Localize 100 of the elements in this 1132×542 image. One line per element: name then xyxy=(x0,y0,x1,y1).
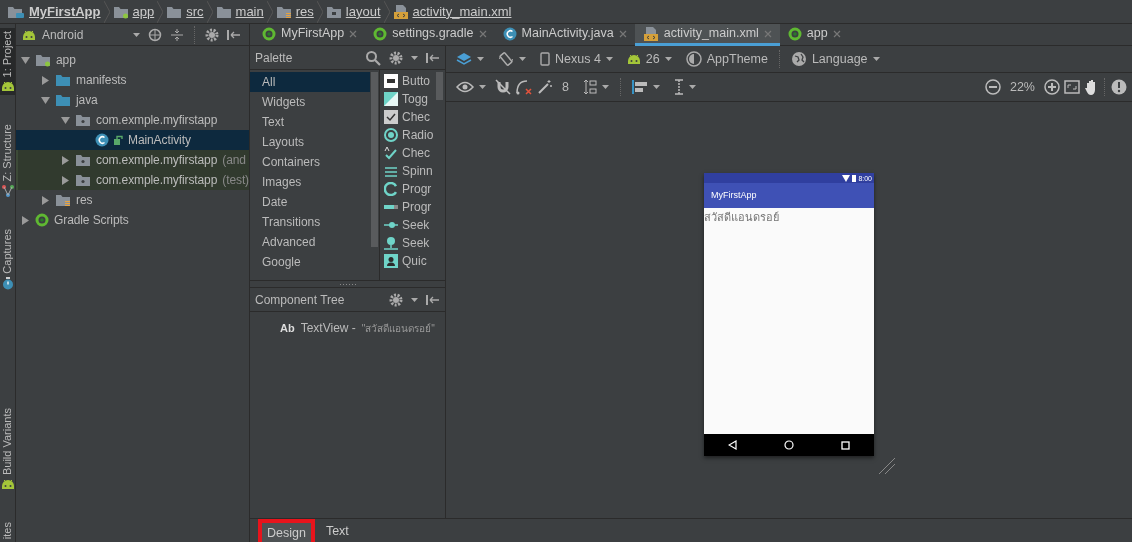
tree-item[interactable]: MainActivity xyxy=(16,130,249,150)
breadcrumb-item[interactable]: app xyxy=(109,1,158,22)
scrollbar-thumb[interactable] xyxy=(371,72,378,247)
palette-item[interactable]: Seek xyxy=(380,234,436,252)
palette-category[interactable]: Text xyxy=(250,112,370,132)
palette-item[interactable]: Progr xyxy=(380,198,438,216)
editor-tab[interactable]: MyFirstApp xyxy=(254,24,366,46)
settings-icon[interactable] xyxy=(389,50,403,65)
tree-item[interactable]: com.exmple.myfirstapp (and xyxy=(16,150,249,170)
collapse-arrow-icon[interactable] xyxy=(40,96,50,104)
caret-icon xyxy=(601,85,609,89)
tool-window-tab[interactable]: Captures xyxy=(0,225,15,293)
gradle-icon xyxy=(787,26,802,41)
palette-item[interactable]: Chec xyxy=(380,108,436,126)
tree-item[interactable]: java xyxy=(16,90,249,110)
tool-window-tab[interactable]: Z: Structure xyxy=(0,121,15,200)
settings-icon[interactable] xyxy=(389,292,403,307)
close-icon[interactable] xyxy=(349,29,358,38)
margin-button[interactable]: 8 xyxy=(557,76,574,98)
editor-mode-tab[interactable]: Text xyxy=(316,519,358,542)
tree-item[interactable]: Gradle Scripts xyxy=(16,210,249,230)
locate-icon[interactable] xyxy=(148,27,162,42)
palette-category[interactable]: Date xyxy=(250,192,370,212)
scrollbar-thumb[interactable] xyxy=(436,72,443,100)
palette-category[interactable]: Images xyxy=(250,172,370,192)
tree-item[interactable]: res xyxy=(16,190,249,210)
palette-item[interactable]: Spinn xyxy=(380,162,439,180)
hide-panel-icon[interactable] xyxy=(426,51,440,64)
hide-panel-icon[interactable] xyxy=(227,28,241,41)
breadcrumb-item[interactable]: res xyxy=(272,1,317,22)
expand-arrow-icon[interactable] xyxy=(41,195,49,205)
palette-item[interactable]: Seek xyxy=(380,216,436,234)
breadcrumb-item[interactable]: layout xyxy=(322,1,384,22)
palette-item[interactable]: Radio xyxy=(380,126,440,144)
editor-tab[interactable]: MainActivity.java xyxy=(494,24,635,46)
collapse-all-icon[interactable] xyxy=(170,27,184,42)
palette-category[interactable]: All xyxy=(250,72,370,92)
zoom-in-icon[interactable] xyxy=(1044,79,1060,95)
resize-handle-icon[interactable] xyxy=(878,457,896,475)
palette-item[interactable]: Progr xyxy=(380,180,438,198)
expand-arrow-icon[interactable] xyxy=(41,75,49,85)
tree-item[interactable]: manifests xyxy=(16,70,249,90)
breadcrumb-item[interactable]: main xyxy=(212,1,267,22)
tool-window-tab[interactable]: ites xyxy=(0,518,15,542)
view-mode-dropdown[interactable]: Android xyxy=(22,25,140,44)
caret-icon xyxy=(479,85,486,89)
breadcrumb-item[interactable]: src xyxy=(163,1,207,22)
hand-icon[interactable] xyxy=(1084,79,1098,95)
module-folder-icon xyxy=(35,53,51,67)
palette-category[interactable]: Transitions xyxy=(250,212,370,232)
collapse-arrow-icon[interactable] xyxy=(60,116,70,124)
gradle-icon xyxy=(373,26,388,41)
editor-tab[interactable]: settings.gradle xyxy=(365,24,495,46)
breadcrumb-item[interactable]: activity_main.xml xyxy=(389,1,515,22)
zoom-out-icon[interactable] xyxy=(984,79,1001,95)
fit-screen-icon[interactable] xyxy=(1064,80,1080,94)
palette-category[interactable]: Layouts xyxy=(250,132,370,152)
language-dropdown[interactable]: Language xyxy=(785,48,885,70)
device-dropdown[interactable]: Nexus 4 xyxy=(535,48,618,70)
text-view[interactable]: สวัสดีแอนดรอย์ xyxy=(704,211,779,225)
breadcrumb-item[interactable]: MyFirstApp xyxy=(4,1,104,22)
search-icon[interactable] xyxy=(365,49,381,66)
palette-item[interactable]: Butto xyxy=(380,72,437,90)
palette-category[interactable]: Advanced xyxy=(250,232,370,252)
component-tree-item[interactable]: Ab TextView - "สวัสดีแอนดรอย์" xyxy=(250,318,441,338)
expand-arrow-icon[interactable] xyxy=(21,215,29,225)
close-icon[interactable] xyxy=(832,29,841,38)
button-widget-icon xyxy=(384,74,398,88)
editor-tab[interactable]: app xyxy=(779,24,849,46)
expand-arrow-icon[interactable] xyxy=(61,175,69,185)
palette-item[interactable]: Chec xyxy=(380,144,436,162)
align-icon xyxy=(631,80,648,94)
theme-button[interactable]: AppTheme xyxy=(680,48,773,70)
warning-icon[interactable] xyxy=(1111,79,1127,95)
close-icon[interactable] xyxy=(478,29,487,38)
tree-item[interactable]: app xyxy=(16,50,249,70)
clear-constraints-icon[interactable] xyxy=(515,79,533,95)
breadcrumb-separator-icon xyxy=(316,0,323,23)
grip-icon[interactable] xyxy=(338,282,357,286)
magic-wand-icon[interactable] xyxy=(537,79,553,95)
palette-category[interactable]: Widgets xyxy=(250,92,370,112)
palette-item[interactable]: Togg xyxy=(380,90,435,108)
hide-panel-icon[interactable] xyxy=(426,293,440,306)
tree-item[interactable]: com.exmple.myfirstapp xyxy=(16,110,249,130)
palette-category[interactable]: Containers xyxy=(250,152,370,172)
collapse-arrow-icon[interactable] xyxy=(20,56,30,64)
api-level-dropdown[interactable]: 26 xyxy=(621,48,677,70)
palette-item[interactable]: Quic xyxy=(380,252,433,270)
tree-item[interactable]: com.exmple.myfirstapp (test) xyxy=(16,170,249,190)
editor-tab[interactable]: activity_main.xml xyxy=(634,24,780,46)
editor-mode-tab[interactable]: Design xyxy=(258,519,315,542)
tool-window-tab[interactable]: Build Variants xyxy=(0,404,15,493)
settings-icon[interactable] xyxy=(205,27,219,42)
contact-widget-icon xyxy=(384,254,398,268)
close-icon[interactable] xyxy=(618,29,627,38)
expand-arrow-icon[interactable] xyxy=(61,155,69,165)
resource-folder-icon xyxy=(275,4,292,19)
tool-window-tab[interactable]: 1: Project xyxy=(0,28,15,96)
palette-category[interactable]: Google xyxy=(250,252,370,272)
magnet-icon[interactable] xyxy=(495,79,511,95)
